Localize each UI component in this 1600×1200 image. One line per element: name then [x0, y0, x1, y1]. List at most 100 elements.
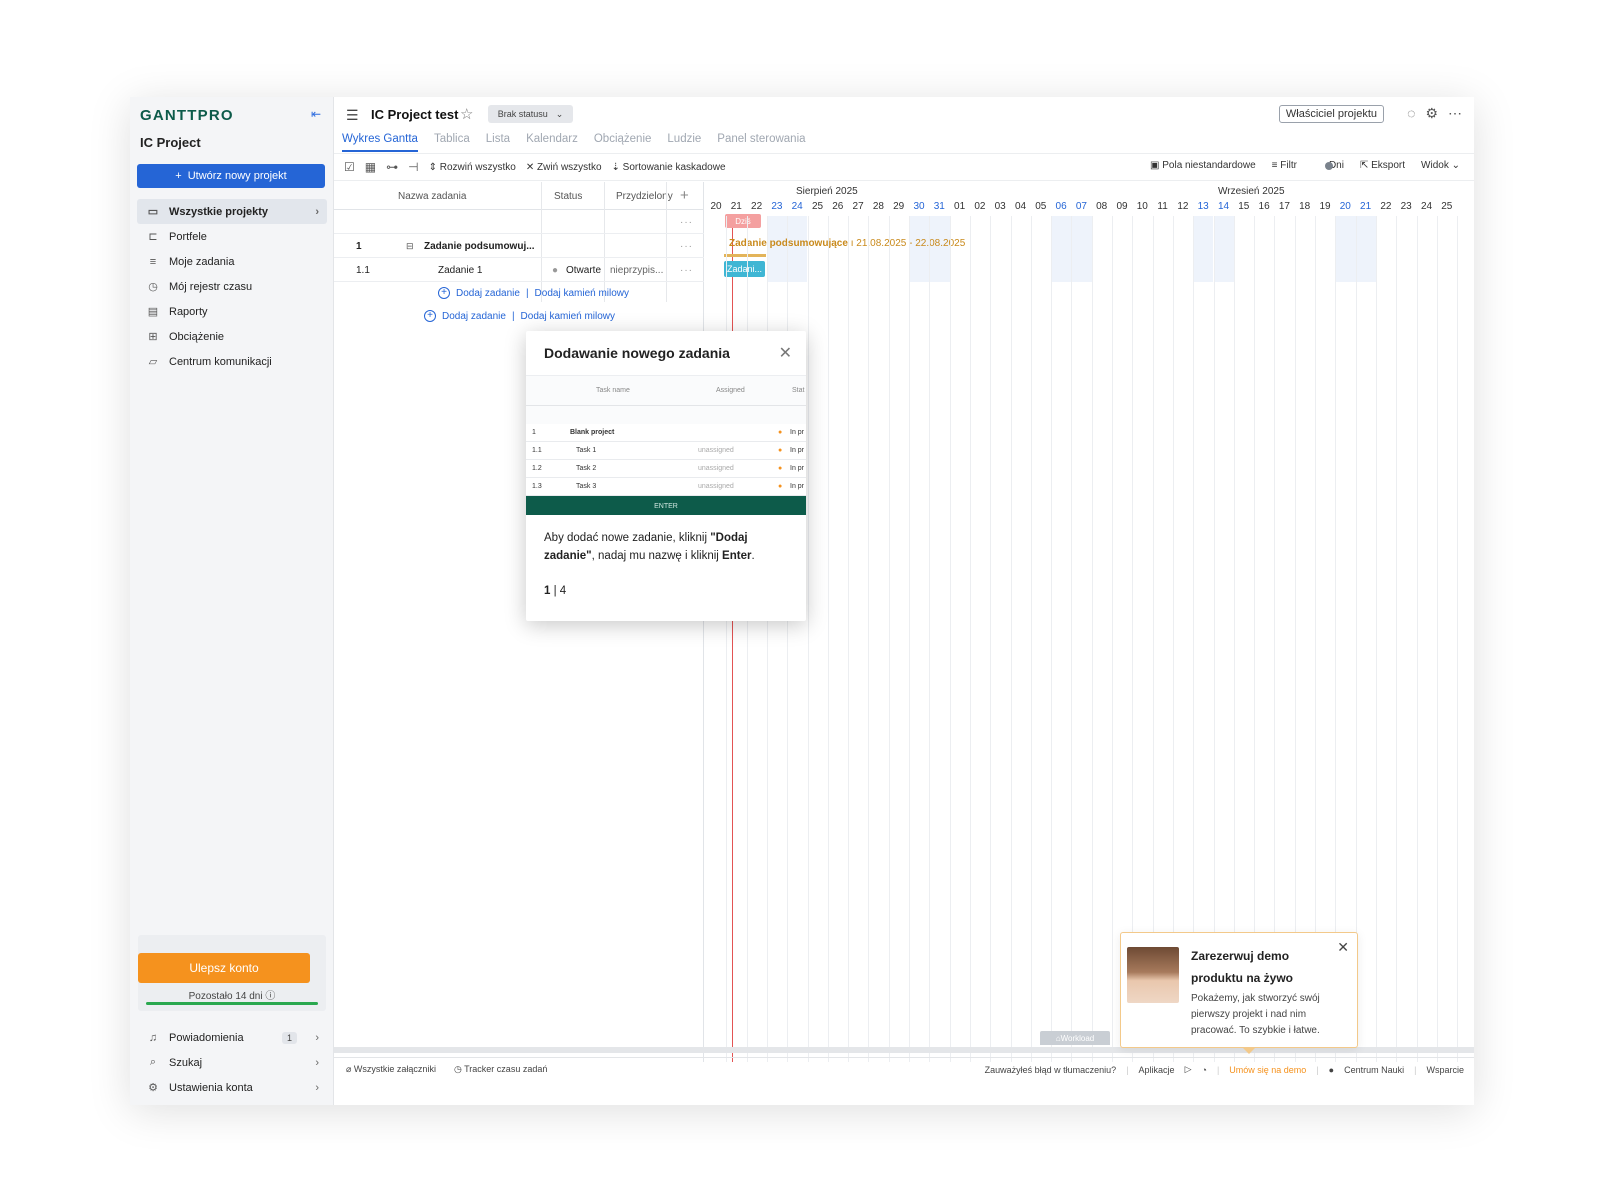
- summary-task-bar[interactable]: [724, 254, 766, 257]
- sidebar-item-all-projects[interactable]: ▭ Wszystkie projekty ›: [137, 199, 327, 224]
- play-store-icon[interactable]: ▷: [1185, 1064, 1192, 1075]
- sidebar-item-reports[interactable]: ▤ Raporty: [137, 299, 327, 324]
- tab-calendar[interactable]: Kalendarz: [526, 133, 578, 152]
- star-icon[interactable]: ☆: [460, 105, 473, 123]
- day-label: 28: [872, 201, 884, 212]
- sidebar-item-portfolios[interactable]: ⊏ Portfele: [137, 224, 327, 249]
- more-icon[interactable]: ⋯: [1448, 105, 1462, 122]
- task-assignee[interactable]: nieprzypis...: [610, 265, 663, 276]
- close-icon[interactable]: ✕: [779, 343, 792, 363]
- tab-list[interactable]: Lista: [486, 133, 510, 152]
- project-title[interactable]: IC Project test: [371, 107, 458, 122]
- collapse-all-button[interactable]: ✕ Zwiń wszystko: [526, 162, 602, 173]
- add-task-link[interactable]: Dodaj zadanie: [456, 288, 520, 299]
- day-label: 22: [1380, 201, 1392, 212]
- footer-left: ⌀ Wszystkie załączniki ◷ Tracker czasu z…: [346, 1064, 547, 1075]
- filter-button[interactable]: ≡ Filtr: [1272, 160, 1297, 171]
- avatar: [1127, 947, 1179, 1003]
- project-owner-button[interactable]: Właściciel projektu: [1278, 105, 1384, 123]
- view-tabs: Wykres Gantta Tablica Lista Kalendarz Ob…: [342, 133, 806, 152]
- day-label: 15: [1238, 201, 1250, 212]
- row-menu-icon[interactable]: ···: [680, 241, 693, 252]
- add-task-link[interactable]: Dodaj zadanie: [442, 311, 506, 322]
- column-header-status[interactable]: Status: [554, 191, 582, 202]
- learning-center-link[interactable]: Centrum Nauki: [1344, 1065, 1404, 1075]
- column-header-task-name[interactable]: Nazwa zadania: [398, 191, 466, 202]
- view-dropdown[interactable]: Widok ⌄: [1421, 160, 1460, 171]
- chat-icon[interactable]: ◌: [1407, 105, 1415, 122]
- indent-icon[interactable]: ⊣: [408, 160, 418, 174]
- project-type-icon: ☰: [346, 107, 359, 123]
- today-marker[interactable]: Dziś: [725, 214, 761, 228]
- gear-icon: ⚙: [148, 1082, 158, 1094]
- table-row[interactable]: 1 ⊟ Zadanie podsumowuj... ···: [334, 234, 704, 258]
- add-milestone-link[interactable]: Dodaj kamień milowy: [521, 311, 615, 322]
- upgrade-button[interactable]: Ulepsz konto: [138, 953, 310, 983]
- day-label: 13: [1197, 201, 1209, 212]
- new-project-button[interactable]: + Utwórz nowy projekt: [137, 164, 325, 188]
- tab-board[interactable]: Tablica: [434, 133, 470, 152]
- checkbox-icon[interactable]: ☑: [344, 160, 355, 174]
- expand-all-button[interactable]: ⇕ Rozwiń wszystko: [429, 162, 516, 173]
- divider: |: [1126, 1064, 1129, 1075]
- sidebar-item-my-tasks[interactable]: ≡ Moje zadania: [137, 249, 327, 274]
- sidebar-item-notifications[interactable]: ♫ Powiadomienia 1 ›: [137, 1025, 327, 1050]
- task-name[interactable]: Zadanie podsumowuj...: [424, 241, 535, 252]
- info-icon[interactable]: ⓘ: [265, 991, 275, 1002]
- expand-all-label: Rozwiń wszystko: [439, 161, 516, 173]
- export-button[interactable]: ⇱ Eksport: [1360, 160, 1405, 171]
- list-icon: ≡: [149, 255, 157, 268]
- time-tracker-link[interactable]: ◷ Tracker czasu zadań: [454, 1064, 547, 1075]
- task-name[interactable]: Zadanie 1: [438, 265, 482, 276]
- book-demo-link[interactable]: Umów się na demo: [1229, 1065, 1306, 1075]
- preview-row-assigned: unassigned: [698, 465, 734, 472]
- plus-circle-icon[interactable]: +: [424, 310, 436, 322]
- project-status-dropdown[interactable]: Brak statusu ⌄: [488, 105, 573, 123]
- collapse-row-icon[interactable]: ⊟: [406, 241, 414, 252]
- search-icon: ⌕: [149, 1056, 157, 1068]
- apple-icon[interactable]: ◔: [1202, 1065, 1207, 1075]
- preview-col-status: Stat: [792, 387, 805, 394]
- workload-toggle[interactable]: ⌂ Workload: [1040, 1031, 1110, 1045]
- day-gridline: [1051, 216, 1053, 1062]
- row-menu-icon[interactable]: ···: [680, 217, 693, 228]
- close-icon[interactable]: ✕: [1337, 939, 1349, 956]
- collapse-sidebar-icon[interactable]: ⇤: [311, 107, 321, 121]
- preview-row: 1.1 Task 1 unassigned ● In pr: [526, 442, 806, 460]
- preview-row-status: In pr: [790, 465, 805, 472]
- sidebar-item-account-settings[interactable]: ⚙ Ustawienia konta ›: [137, 1075, 327, 1100]
- zoom-slider-knob[interactable]: [1324, 161, 1333, 170]
- sidebar-item-workload[interactable]: ⊞ Obciążenie: [137, 324, 327, 349]
- tab-people[interactable]: Ludzie: [667, 133, 701, 152]
- custom-fields-button[interactable]: ▣ Pola niestandardowe: [1150, 160, 1256, 171]
- tab-dashboard[interactable]: Panel sterowania: [717, 133, 805, 152]
- cascade-sort-button[interactable]: ⇣ Sortowanie kaskadowe: [612, 162, 726, 173]
- attachments-link[interactable]: ⌀ Wszystkie załączniki: [346, 1064, 436, 1075]
- task-bar[interactable]: Zadani...: [724, 261, 765, 277]
- tab-gantt[interactable]: Wykres Gantta: [342, 133, 418, 152]
- table-row[interactable]: 1.1 Zadanie 1 ● Otwarte nieprzypis... ··…: [334, 258, 704, 282]
- collapse-all-label: Zwiń wszystko: [537, 161, 602, 173]
- add-milestone-link[interactable]: Dodaj kamień milowy: [535, 288, 629, 299]
- hierarchy-icon[interactable]: ⊶: [386, 160, 398, 174]
- sidebar-item-search[interactable]: ⌕ Szukaj ›: [137, 1050, 327, 1075]
- status-dot-icon: ●: [778, 465, 783, 472]
- bell-icon: ♫: [148, 1031, 158, 1044]
- tab-workload[interactable]: Obciążenie: [594, 133, 652, 152]
- add-column-icon[interactable]: +: [680, 187, 689, 204]
- calendar-icon[interactable]: ▦: [365, 160, 376, 174]
- day-label: 06: [1055, 201, 1067, 212]
- demo-booking-popup[interactable]: Zarezerwuj demo produktu na żywo Pokażem…: [1120, 932, 1358, 1048]
- support-link[interactable]: Wsparcie: [1426, 1065, 1464, 1075]
- plus-circle-icon[interactable]: +: [438, 287, 450, 299]
- translation-error-link[interactable]: Zauważyłeś błąd w tłumaczeniu?: [985, 1065, 1117, 1075]
- apps-link[interactable]: Aplikacje: [1139, 1065, 1175, 1075]
- column-header-assigned[interactable]: Przydzielony: [616, 191, 673, 202]
- sidebar-item-time-log[interactable]: ◷ Mój rejestr czasu: [137, 274, 327, 299]
- sidebar-item-communication[interactable]: ▱ Centrum komunikacji: [137, 349, 327, 374]
- day-label: 20: [710, 201, 722, 212]
- row-menu-icon[interactable]: ···: [680, 265, 693, 276]
- instructions-part: .: [751, 550, 755, 562]
- gear-icon[interactable]: ⚙: [1425, 105, 1438, 122]
- task-status[interactable]: Otwarte: [566, 265, 601, 276]
